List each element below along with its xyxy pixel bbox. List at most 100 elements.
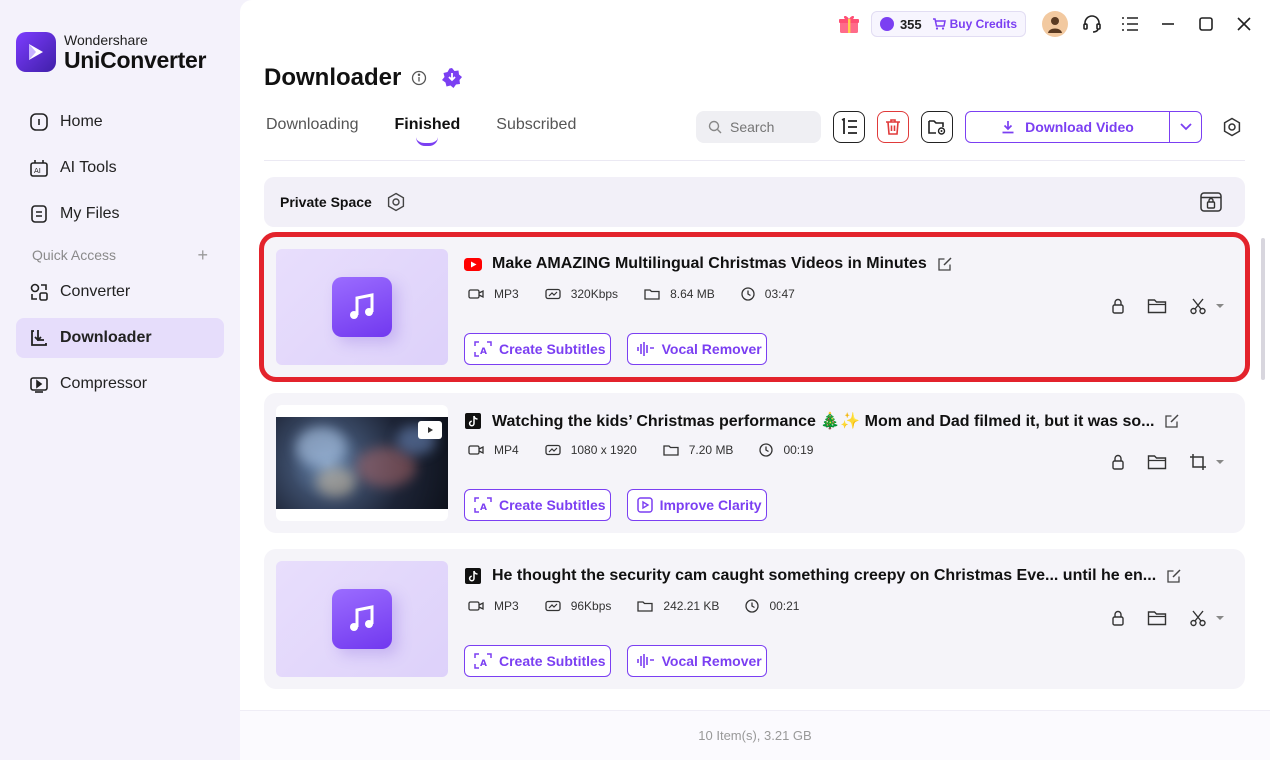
tab-subscribed[interactable]: Subscribed: [496, 116, 576, 140]
select-list-button[interactable]: [833, 111, 865, 143]
item-duration: 03:47: [764, 287, 795, 301]
private-space-bar: Private Space: [264, 177, 1245, 227]
sidebar-item-downloader[interactable]: Downloader: [16, 318, 224, 358]
app-logo: Wondershare UniConverter: [16, 32, 206, 72]
resolution-icon: [545, 600, 561, 612]
sidebar-item-ai-tools[interactable]: AI AI Tools: [16, 148, 224, 188]
rename-icon[interactable]: [1164, 413, 1180, 429]
item-controls: [1089, 297, 1225, 315]
subtitles-icon: A: [474, 497, 492, 513]
lock-icon[interactable]: [1111, 610, 1125, 626]
credits-coin-icon: [879, 17, 894, 31]
list-item[interactable]: He thought the security cam caught somet…: [264, 549, 1245, 689]
scissors-icon[interactable]: [1189, 609, 1225, 627]
list-item[interactable]: Watching the kids’ Christmas performance…: [264, 393, 1245, 533]
rename-icon[interactable]: [1166, 568, 1182, 584]
cart-icon: [932, 18, 946, 30]
item-title: He thought the security cam caught somet…: [492, 567, 1157, 584]
delete-button[interactable]: [877, 111, 909, 143]
download-video-label: Download Video: [1025, 119, 1134, 135]
gear-icon: [1223, 117, 1241, 137]
svg-text:A: A: [480, 503, 487, 513]
item-title-row: He thought the security cam caught somet…: [464, 567, 1182, 585]
item-format: MP4: [494, 443, 519, 457]
list-item[interactable]: Make AMAZING Multilingual Christmas Vide…: [259, 232, 1250, 382]
private-space-settings-icon[interactable]: [386, 192, 406, 212]
download-options-dropdown[interactable]: [1169, 112, 1201, 142]
item-thumbnail[interactable]: [276, 561, 448, 677]
resolution-icon: [545, 444, 561, 456]
item-format: MP3: [494, 599, 519, 613]
private-folder-button[interactable]: [921, 111, 953, 143]
list-scrollbar[interactable]: [1261, 238, 1265, 380]
format-video-icon: [468, 289, 484, 299]
search-input[interactable]: [730, 119, 810, 135]
footer-summary: 10 Item(s), 3.21 GB: [698, 728, 812, 743]
maximize-icon[interactable]: [1192, 10, 1220, 38]
sidebar-item-my-files[interactable]: My Files: [16, 194, 224, 234]
rename-icon[interactable]: [937, 256, 953, 272]
sidebar-item-label: AI Tools: [60, 159, 117, 176]
video-preview: [276, 417, 448, 509]
support-headset-icon[interactable]: [1078, 10, 1106, 38]
lock-icon[interactable]: [1111, 454, 1125, 470]
info-icon[interactable]: [411, 70, 427, 86]
sidebar-item-home[interactable]: Home: [16, 102, 224, 142]
buy-credits-button[interactable]: Buy Credits: [932, 17, 1017, 31]
create-subtitles-button[interactable]: A Create Subtitles: [464, 645, 611, 677]
tab-downloading[interactable]: Downloading: [266, 116, 359, 140]
download-video-button[interactable]: Download Video: [966, 112, 1169, 142]
menu-icon[interactable]: [1116, 10, 1144, 38]
folder-icon[interactable]: [1147, 454, 1167, 470]
sidebar-item-compressor[interactable]: Compressor: [16, 364, 224, 404]
page-title: Downloader: [264, 64, 402, 91]
item-thumbnail[interactable]: [276, 405, 448, 521]
vocal-remover-button[interactable]: Vocal Remover: [626, 645, 767, 677]
crop-icon[interactable]: [1189, 453, 1225, 471]
item-thumbnail[interactable]: [276, 249, 448, 365]
item-actions: A Create Subtitles Improve Clarity: [464, 489, 783, 521]
folder-icon[interactable]: [1147, 298, 1167, 314]
brand-name: Wondershare: [64, 31, 148, 48]
ai-tools-icon: AI: [28, 157, 50, 179]
gift-icon[interactable]: [835, 10, 863, 38]
folder-icon[interactable]: [1147, 610, 1167, 626]
item-meta: MP3 96Kbps 242.21 KB 00:21: [468, 599, 825, 613]
uniconverter-logo-icon: [16, 32, 56, 72]
clarity-icon: [636, 497, 653, 513]
add-quick-access-icon[interactable]: +: [197, 245, 208, 266]
minimize-icon[interactable]: [1154, 10, 1182, 38]
toolbar: Download Video: [696, 111, 1244, 143]
premium-badge-icon[interactable]: [441, 67, 463, 89]
item-size: 8.64 MB: [670, 287, 715, 301]
item-duration: 00:19: [783, 443, 814, 457]
sidebar-item-converter[interactable]: Converter: [16, 272, 224, 312]
settings-button[interactable]: [1220, 115, 1244, 139]
item-actions: A Create Subtitles Vocal Remover: [464, 333, 783, 365]
action-label: Vocal Remover: [661, 653, 762, 669]
private-space-lock-icon[interactable]: [1199, 190, 1223, 219]
search-icon: [708, 120, 722, 134]
tab-bar: Downloading Finished Subscribed: [266, 116, 612, 140]
avatar[interactable]: [1042, 11, 1068, 37]
create-subtitles-button[interactable]: A Create Subtitles: [464, 333, 611, 365]
action-label: Create Subtitles: [499, 653, 606, 669]
download-icon: [1002, 121, 1014, 134]
page-header: Downloader: [264, 64, 463, 92]
quick-access-header: Quick Access +: [16, 240, 224, 270]
improve-clarity-button[interactable]: Improve Clarity: [626, 489, 767, 521]
action-label: Improve Clarity: [659, 497, 762, 513]
lock-icon[interactable]: [1111, 298, 1125, 314]
credits-widget: 355 Buy Credits: [870, 11, 1026, 37]
sidebar-item-label: Downloader: [60, 329, 152, 346]
list-select-icon: [841, 118, 857, 134]
credits-count: 355: [899, 16, 922, 32]
chevron-down-icon: [1179, 123, 1192, 131]
item-title-row: Make AMAZING Multilingual Christmas Vide…: [464, 255, 953, 273]
close-icon[interactable]: [1230, 10, 1258, 38]
vocal-remover-button[interactable]: Vocal Remover: [626, 333, 767, 365]
create-subtitles-button[interactable]: A Create Subtitles: [464, 489, 611, 521]
scissors-icon[interactable]: [1189, 297, 1225, 315]
waveform-icon: [636, 654, 654, 668]
tab-finished[interactable]: Finished: [395, 116, 461, 140]
